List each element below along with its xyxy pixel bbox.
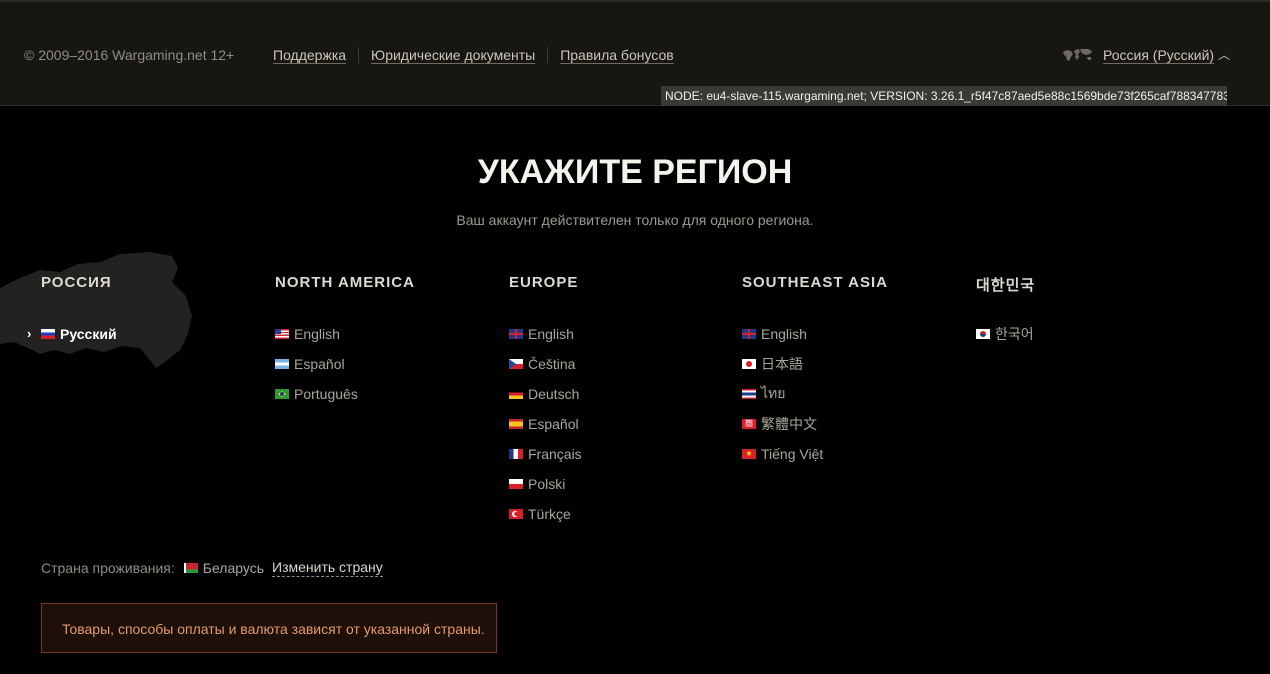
region-heading: SOUTHEAST ASIA [742, 274, 888, 291]
lang-option-portuguese[interactable]: Português [275, 379, 495, 409]
country-label: Страна проживания: [41, 560, 175, 576]
lang-label: Русский [60, 326, 117, 342]
lang-label: English [761, 326, 807, 342]
chevron-right-icon: › [27, 326, 32, 341]
flag-br-icon [275, 389, 289, 399]
flag-by-icon [183, 563, 198, 573]
flag-es-icon [509, 419, 523, 429]
world-map-icon [1063, 48, 1092, 61]
lang-option-spanish[interactable]: Español [275, 349, 495, 379]
lang-label: English [528, 326, 574, 342]
lang-option-russian[interactable]: › Русский [27, 319, 261, 349]
lang-label: Türkçe [528, 506, 571, 522]
lang-option-english[interactable]: English [742, 319, 962, 349]
region-korea: 대한민국 한국어 [976, 274, 1196, 349]
flag-jp-icon [742, 359, 756, 369]
footer-bar: © 2009–2016 Wargaming.net 12+ Поддержка … [0, 0, 1270, 106]
change-country-link[interactable]: Изменить страну [272, 559, 383, 577]
region-north-america: NORTH AMERICA English Español Português [275, 274, 495, 409]
flag-vn-icon: ★ [742, 449, 756, 459]
lang-label: Polski [528, 476, 566, 492]
region-heading: 대한민국 [976, 277, 1036, 294]
support-link[interactable]: Поддержка [273, 47, 346, 63]
region-heading: РОССИЯ [41, 274, 112, 291]
lang-label: Tiếng Việt [761, 446, 824, 462]
region-russia: РОССИЯ › Русский [27, 274, 261, 349]
lang-option-japanese[interactable]: 日本語 [742, 349, 962, 379]
flag-zh-icon: 簡 [742, 419, 756, 429]
lang-option-czech[interactable]: Čeština [509, 349, 729, 379]
legal-docs-link[interactable]: Юридические документы [371, 47, 535, 63]
lang-option-french[interactable]: Français [509, 439, 729, 469]
lang-label: 한국어 [995, 326, 1034, 342]
region-heading: EUROPE [509, 274, 579, 291]
flag-de-icon [509, 389, 523, 399]
link-divider [358, 47, 360, 63]
lang-option-english[interactable]: English [275, 319, 495, 349]
lang-option-german[interactable]: Deutsch [509, 379, 729, 409]
region-heading: NORTH AMERICA [275, 274, 415, 291]
node-version-info: NODE: eu4-slave-115.wargaming.net; VERSI… [661, 86, 1227, 106]
flag-gb-icon [742, 329, 756, 339]
flag-ar-icon [275, 359, 289, 369]
lang-label: Español [528, 416, 579, 432]
lang-label: ไทย [761, 385, 786, 401]
lang-label: Français [528, 446, 582, 462]
lang-label: Čeština [528, 356, 576, 372]
lang-label: 日本語 [761, 356, 803, 372]
lang-label: Português [294, 386, 358, 402]
footer-links: Поддержка Юридические документы Правила … [273, 47, 674, 63]
flag-kr-icon [976, 329, 990, 339]
copyright-text: © 2009–2016 Wargaming.net 12+ [24, 47, 235, 63]
bonus-rules-link[interactable]: Правила бонусов [560, 47, 674, 63]
lang-option-spanish[interactable]: Español [509, 409, 729, 439]
lang-option-traditional-chinese[interactable]: 簡 繁體中文 [742, 409, 962, 439]
lang-label: 繁體中文 [761, 416, 817, 432]
flag-ru-icon [41, 329, 55, 339]
region-selector[interactable]: Россия (Русский) ︿ [1062, 46, 1230, 63]
region-select-page: © 2009–2016 Wargaming.net 12+ Поддержка … [0, 0, 1270, 674]
lang-label: Español [294, 356, 345, 372]
page-subtitle: Ваш аккаунт действителен только для одно… [456, 212, 814, 228]
country-value: Беларусь [202, 560, 265, 576]
flag-fr-icon [509, 449, 523, 459]
lang-option-thai[interactable]: ไทย [742, 379, 962, 409]
lang-option-polish[interactable]: Polski [509, 469, 729, 499]
lang-option-korean[interactable]: 한국어 [976, 319, 1196, 349]
country-notice: Товары, способы оплаты и валюта зависят … [41, 603, 497, 653]
flag-pl-icon [509, 479, 523, 489]
lang-label: English [294, 326, 340, 342]
lang-label: Deutsch [528, 386, 580, 402]
page-title: УКАЖИТЕ РЕГИОН [477, 153, 793, 191]
flag-th-icon [742, 389, 756, 399]
lang-option-vietnamese[interactable]: ★ Tiếng Việt [742, 439, 962, 469]
flag-us-icon [275, 329, 289, 339]
lang-option-turkish[interactable]: Türkçe [509, 499, 729, 529]
region-europe: EUROPE English Čeština Deutsch Español F… [509, 274, 729, 529]
lang-option-english[interactable]: English [509, 319, 729, 349]
chevron-up-icon: ︿ [1218, 48, 1231, 62]
flag-tr-icon [509, 509, 523, 519]
link-divider [547, 47, 549, 63]
region-southeast-asia: SOUTHEAST ASIA English 日本語 ไทย 簡 繁體中文 ★ … [742, 274, 962, 469]
country-of-residence: Страна проживания: Беларусь Изменить стр… [41, 559, 383, 577]
flag-gb-icon [509, 329, 523, 339]
region-selector-label: Россия (Русский) [1103, 46, 1215, 63]
flag-cz-icon [509, 359, 523, 369]
